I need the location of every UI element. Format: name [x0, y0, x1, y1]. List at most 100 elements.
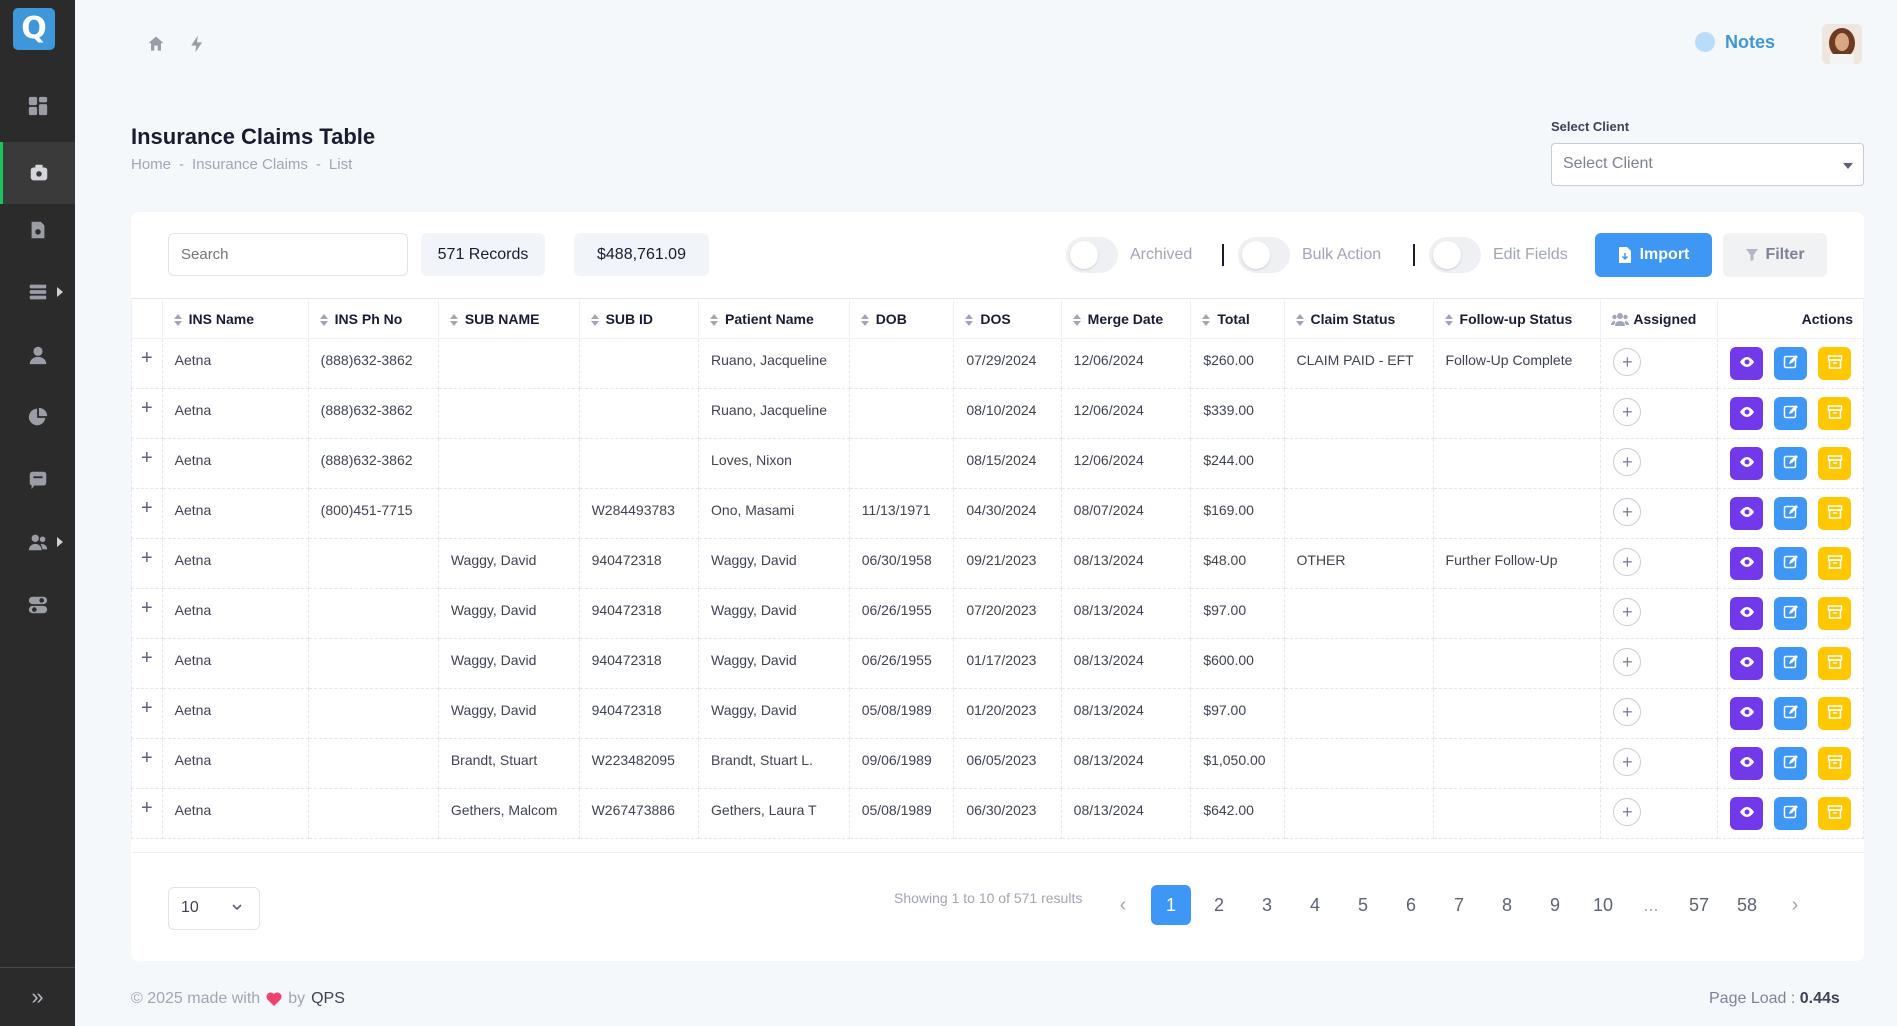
assign-user-button[interactable]: +: [1613, 598, 1642, 626]
table-row[interactable]: + Aetna (888)632-3862 Ruano, Jacqueline 08/1…: [131, 388, 1865, 439]
archive-button[interactable]: [1818, 747, 1851, 780]
header-ins-ph-no[interactable]: INS Ph No: [307, 298, 439, 339]
edit-fields-toggle[interactable]: [1429, 237, 1481, 273]
archive-button[interactable]: [1818, 797, 1851, 830]
archive-button[interactable]: [1818, 547, 1851, 580]
view-button[interactable]: [1730, 747, 1763, 780]
assign-user-button[interactable]: +: [1613, 648, 1642, 676]
view-button[interactable]: [1730, 447, 1763, 480]
lightning-icon[interactable]: [187, 34, 207, 54]
edit-button[interactable]: [1774, 397, 1807, 430]
header-dob[interactable]: DOB: [848, 298, 955, 339]
pagination-prev-icon[interactable]: ‹: [1103, 885, 1143, 925]
brand-link[interactable]: QPS: [311, 990, 345, 1008]
search-input[interactable]: [168, 233, 408, 276]
archive-button[interactable]: [1818, 597, 1851, 630]
pagination-page[interactable]: 2: [1199, 885, 1239, 925]
view-button[interactable]: [1730, 647, 1763, 680]
header-merge-date[interactable]: Merge Date: [1060, 298, 1192, 339]
assign-user-button[interactable]: +: [1613, 548, 1642, 576]
pagination-page[interactable]: 6: [1391, 885, 1431, 925]
table-row[interactable]: + Aetna Waggy, David 940472318 Waggy, David 0…: [131, 638, 1865, 689]
view-button[interactable]: [1730, 597, 1763, 630]
sidebar-item-groups[interactable]: [0, 511, 75, 573]
pagination-page[interactable]: 57: [1679, 885, 1719, 925]
sidebar-item-reports[interactable]: [0, 386, 75, 448]
expand-caret-icon[interactable]: [57, 537, 63, 547]
edit-button[interactable]: [1774, 547, 1807, 580]
assign-user-button[interactable]: +: [1613, 748, 1642, 776]
table-row[interactable]: + Aetna Gethers, Malcom W267473886 Gethers, …: [131, 788, 1865, 839]
edit-button[interactable]: [1774, 347, 1807, 380]
view-button[interactable]: [1730, 347, 1763, 380]
edit-button[interactable]: [1774, 497, 1807, 530]
pagination-page[interactable]: 4: [1295, 885, 1335, 925]
header-ins-name[interactable]: INS Name: [161, 298, 309, 339]
expand-row-icon[interactable]: +: [131, 738, 163, 789]
table-row[interactable]: + Aetna Waggy, David 940472318 Waggy, David 0…: [131, 538, 1865, 589]
view-button[interactable]: [1730, 547, 1763, 580]
sidebar-item-dashboard[interactable]: [0, 75, 75, 137]
bulk-action-toggle[interactable]: [1238, 237, 1290, 273]
pagination-page[interactable]: 8: [1487, 885, 1527, 925]
home-icon[interactable]: [146, 34, 166, 54]
header-dos[interactable]: DOS: [953, 298, 1062, 339]
pagination-page[interactable]: 10: [1583, 885, 1623, 925]
sidebar-item-claims[interactable]: [0, 142, 75, 204]
notes-button[interactable]: Notes: [1693, 30, 1775, 54]
pagination-page[interactable]: 7: [1439, 885, 1479, 925]
assign-user-button[interactable]: +: [1613, 448, 1642, 476]
app-logo[interactable]: Q: [13, 8, 55, 50]
table-row[interactable]: + Aetna (800)451-7715 W284493783 Ono, Masami…: [131, 488, 1865, 539]
avatar[interactable]: [1822, 24, 1862, 64]
archive-button[interactable]: [1818, 697, 1851, 730]
breadcrumb-home[interactable]: Home: [131, 156, 171, 173]
expand-caret-icon[interactable]: [57, 287, 63, 297]
pagination-page[interactable]: 3: [1247, 885, 1287, 925]
assign-user-button[interactable]: +: [1613, 398, 1642, 426]
sidebar-item-settings[interactable]: [0, 574, 75, 636]
edit-button[interactable]: [1774, 747, 1807, 780]
table-row[interactable]: + Aetna (888)632-3862 Loves, Nixon 08/15/202…: [131, 438, 1865, 489]
expand-row-icon[interactable]: +: [131, 488, 163, 539]
table-row[interactable]: + Aetna Waggy, David 940472318 Waggy, David 0…: [131, 588, 1865, 639]
table-row[interactable]: + Aetna Waggy, David 940472318 Waggy, David 0…: [131, 688, 1865, 739]
sidebar-item-list[interactable]: [0, 261, 75, 323]
sidebar-item-messages[interactable]: [0, 449, 75, 511]
header-patient-name[interactable]: Patient Name: [698, 298, 850, 339]
pagination-page[interactable]: 9: [1535, 885, 1575, 925]
pagination-page[interactable]: 5: [1343, 885, 1383, 925]
filter-button[interactable]: Filter: [1723, 233, 1827, 277]
archive-button[interactable]: [1818, 347, 1851, 380]
expand-row-icon[interactable]: +: [131, 438, 163, 489]
sidebar-item-users[interactable]: [0, 324, 75, 386]
assign-user-button[interactable]: +: [1613, 798, 1642, 826]
breadcrumb-claims[interactable]: Insurance Claims: [192, 156, 308, 173]
header-sub-name[interactable]: SUB NAME: [437, 298, 580, 339]
view-button[interactable]: [1730, 397, 1763, 430]
sidebar-collapse-toggle[interactable]: »: [0, 967, 75, 1026]
archive-button[interactable]: [1818, 397, 1851, 430]
per-page-select[interactable]: 10: [168, 887, 260, 930]
header-sub-id[interactable]: SUB ID: [578, 298, 700, 339]
table-row[interactable]: + Aetna (888)632-3862 Ruano, Jacqueline 07/2…: [131, 338, 1865, 389]
view-button[interactable]: [1730, 697, 1763, 730]
expand-row-icon[interactable]: +: [131, 788, 163, 839]
sidebar-item-billing[interactable]: [0, 199, 75, 261]
import-button[interactable]: Import: [1595, 233, 1712, 277]
select-client-dropdown[interactable]: Select Client: [1551, 143, 1864, 186]
table-row[interactable]: + Aetna Brandt, Stuart W223482095 Brandt, St…: [131, 738, 1865, 789]
pagination-next-icon[interactable]: ›: [1775, 885, 1815, 925]
assign-user-button[interactable]: +: [1613, 498, 1642, 526]
edit-button[interactable]: [1774, 797, 1807, 830]
archive-button[interactable]: [1818, 497, 1851, 530]
pagination-page[interactable]: 58: [1727, 885, 1767, 925]
expand-row-icon[interactable]: +: [131, 588, 163, 639]
expand-row-icon[interactable]: +: [131, 388, 163, 439]
edit-button[interactable]: [1774, 647, 1807, 680]
edit-button[interactable]: [1774, 597, 1807, 630]
view-button[interactable]: [1730, 497, 1763, 530]
header-follow-up-status[interactable]: Follow-up Status: [1432, 298, 1602, 339]
expand-row-icon[interactable]: +: [131, 338, 163, 389]
expand-row-icon[interactable]: +: [131, 538, 163, 589]
